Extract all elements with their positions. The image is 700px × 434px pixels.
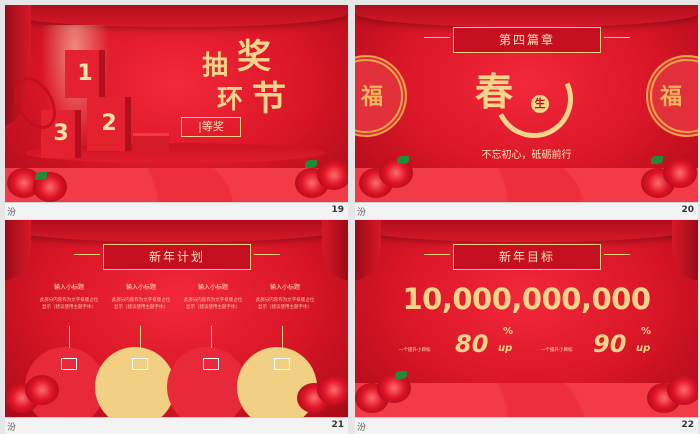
- slide-canvas: 1 2 3 抽 奖 环 节 |等奖: [5, 5, 348, 202]
- slide-caption: 汾 22: [355, 417, 698, 434]
- prize-label: |等奖: [181, 117, 241, 137]
- curtain-top: [5, 220, 348, 242]
- connector-line: [282, 326, 283, 348]
- device-icon: [132, 358, 148, 370]
- slide-icon: 汾: [357, 208, 367, 218]
- stat-value: 90: [593, 330, 627, 358]
- stat-unit-top: %: [503, 326, 514, 337]
- peony-flower: [317, 160, 348, 190]
- slide-canvas: 新年计划 输入小标题 此部分内容作为文字排版占位显示（建议使用主题字体） 输入小…: [5, 220, 348, 417]
- slide-number: 20: [681, 205, 694, 215]
- peony-flower: [667, 375, 698, 405]
- gift-box-small: [133, 133, 169, 154]
- plan-body: 此部分内容作为文字排版占位显示（建议使用主题字体）: [255, 298, 315, 310]
- stat-unit-top: %: [641, 326, 652, 337]
- slide-icon: 汾: [7, 208, 17, 218]
- slide-icon: 汾: [357, 423, 367, 433]
- plan-heading: 输入小标题: [197, 284, 228, 291]
- medallion-right: 福: [646, 55, 698, 137]
- calligraphy-char: 节: [252, 79, 286, 119]
- peony-flower: [25, 375, 59, 405]
- section-title: 新年计划: [74, 244, 280, 270]
- curtain-top: [355, 5, 698, 27]
- curtain-right: [672, 220, 698, 280]
- box-number: 1: [77, 61, 93, 86]
- stat-unit-bottom: up: [498, 343, 513, 354]
- plan-heading: 输入小标题: [269, 284, 300, 291]
- curtain-top: [5, 5, 348, 27]
- curtain-left: [5, 220, 31, 280]
- leaf: [397, 156, 409, 164]
- connector-line: [140, 326, 141, 348]
- slide-canvas: 新年目标 10,000,000,000 一个提升小目标 80 % up 一个提升…: [355, 220, 698, 417]
- leaf: [305, 160, 317, 168]
- device-icon: [203, 358, 219, 370]
- gift-box-1: 1: [65, 50, 105, 98]
- peony-flower: [663, 158, 697, 188]
- section-title: 新年目标: [424, 244, 630, 270]
- slide-caption: 汾 19: [5, 202, 348, 219]
- box-number: 2: [101, 111, 117, 136]
- leaf: [395, 371, 407, 379]
- curtain-top: [355, 220, 698, 242]
- chapter-title: 第四篇章: [424, 27, 630, 53]
- leaf: [35, 172, 47, 180]
- leaf: [651, 156, 663, 164]
- peony-flower: [317, 375, 348, 405]
- medallion-char: 福: [660, 85, 683, 110]
- seal-char: 生: [531, 95, 549, 113]
- gift-box-2: 2: [87, 97, 131, 151]
- slide-canvas: 福 福 第四篇章 春 生 不忘初心，砥砺前行: [355, 5, 698, 202]
- plan-heading: 输入小标题: [125, 284, 156, 291]
- plan-item: 输入小标题 此部分内容作为文字排版占位显示（建议使用主题字体）: [183, 282, 243, 311]
- calligraphy-char: 抽: [202, 51, 229, 81]
- device-icon: [61, 358, 77, 370]
- slide-number: 19: [331, 205, 344, 215]
- plan-body: 此部分内容作为文字排版占位显示（建议使用主题字体）: [39, 298, 99, 310]
- peony-flower: [379, 158, 413, 188]
- slide-icon: 汾: [7, 423, 17, 433]
- stat-value: 80: [455, 330, 489, 358]
- plan-item: 输入小标题 此部分内容作为文字排版占位显示（建议使用主题字体）: [255, 282, 315, 311]
- peony-flower: [377, 373, 411, 403]
- plan-item: 输入小标题 此部分内容作为文字排版占位显示（建议使用主题字体）: [39, 282, 99, 311]
- slide-caption: 汾 20: [355, 202, 698, 219]
- spring-char: 春: [475, 69, 514, 114]
- medallion-left: 福: [355, 55, 407, 137]
- plan-item: 输入小标题 此部分内容作为文字排版占位显示（建议使用主题字体）: [111, 282, 171, 311]
- goal-big-number: 10,000,000,000: [402, 282, 651, 316]
- plan-body: 此部分内容作为文字排版占位显示（建议使用主题字体）: [183, 298, 243, 310]
- slide-caption: 汾 21: [5, 417, 348, 434]
- curtain-left: [355, 220, 381, 280]
- stat-label: 一个提升小目标: [541, 348, 573, 353]
- connector-line: [211, 326, 212, 348]
- connector-line: [69, 326, 70, 348]
- device-icon: [274, 358, 290, 370]
- stat-unit-bottom: up: [636, 343, 651, 354]
- box-number: 3: [53, 121, 69, 146]
- plan-heading: 输入小标题: [53, 284, 84, 291]
- plan-body: 此部分内容作为文字排版占位显示（建议使用主题字体）: [111, 298, 171, 310]
- stat-label: 一个提升小目标: [399, 348, 431, 353]
- calligraphy-char: 环: [217, 85, 244, 115]
- curtain-right: [322, 220, 348, 280]
- medallion-char: 福: [361, 85, 384, 110]
